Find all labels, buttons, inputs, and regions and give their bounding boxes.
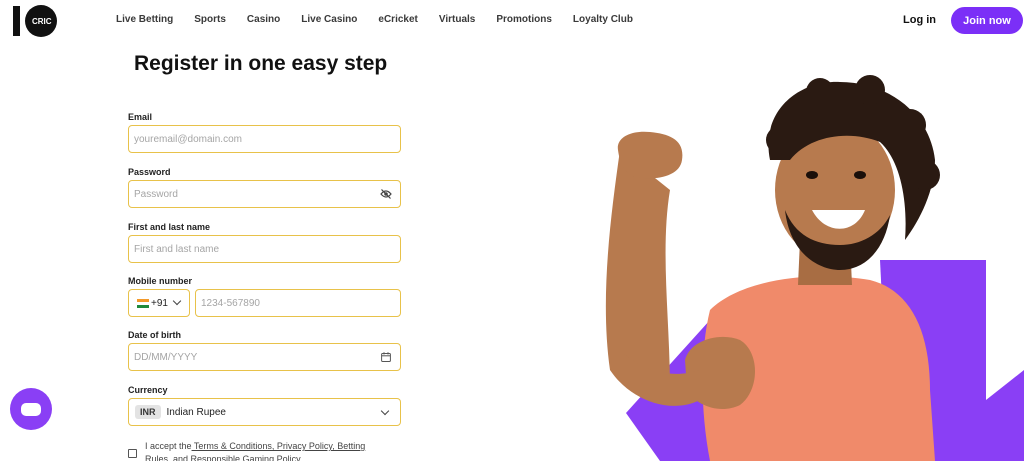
name-placeholder: First and last name (134, 243, 220, 255)
currency-select[interactable]: INR Indian Rupee (128, 398, 401, 426)
currency-label: Currency (128, 385, 168, 395)
top-header: CRIC Live Betting Sports Casino Live Cas… (0, 0, 1024, 42)
currency-name: Indian Rupee (166, 406, 227, 418)
calendar-icon[interactable] (381, 352, 391, 362)
10cric-logo[interactable]: CRIC (12, 4, 58, 38)
join-now-button[interactable]: Join now (951, 7, 1023, 34)
nav-loyalty-club[interactable]: Loyalty Club (573, 14, 633, 25)
nav-live-casino[interactable]: Live Casino (301, 14, 357, 25)
password-placeholder: Password (134, 188, 178, 200)
email-field[interactable]: youremail@domain.com (128, 125, 401, 153)
login-link[interactable]: Log in (903, 14, 936, 26)
password-field[interactable]: Password (128, 180, 401, 208)
chevron-down-icon (380, 406, 390, 416)
nav-casino[interactable]: Casino (247, 14, 280, 25)
chat-button[interactable] (10, 388, 52, 430)
mobile-field[interactable]: 1234-567890 (195, 289, 401, 317)
nav-sports[interactable]: Sports (194, 14, 226, 25)
dob-placeholder: DD/MM/YYYY (134, 351, 198, 363)
nav-virtuals[interactable]: Virtuals (439, 14, 476, 25)
mobile-label: Mobile number (128, 276, 193, 286)
nav-promotions[interactable]: Promotions (496, 14, 552, 25)
chevron-down-icon (172, 296, 182, 306)
india-flag-icon (137, 298, 149, 308)
accept-terms-checkbox[interactable] (128, 449, 137, 458)
mobile-placeholder: 1234-567890 (201, 297, 260, 309)
accept-prefix: I accept the (145, 441, 192, 451)
country-code-value: +91 (151, 297, 168, 309)
password-label: Password (128, 167, 171, 177)
dob-field[interactable]: DD/MM/YYYY (128, 343, 401, 371)
email-placeholder: youremail@domain.com (134, 133, 242, 145)
email-label: Email (128, 112, 153, 122)
country-code-select[interactable]: +91 (128, 289, 190, 317)
svg-text:CRIC: CRIC (32, 17, 52, 26)
nav-ecricket[interactable]: eCricket (378, 14, 417, 25)
name-field[interactable]: First and last name (128, 235, 401, 263)
currency-code-badge: INR (135, 405, 161, 419)
eye-off-icon[interactable] (380, 189, 392, 199)
accept-terms-text: I accept the Terms & Conditions, Privacy… (145, 440, 385, 461)
page-title: Register in one easy step (134, 52, 388, 75)
hero-image (605, 75, 1024, 461)
name-label: First and last name (128, 222, 211, 232)
chat-icon (21, 402, 41, 416)
main-nav: Live Betting Sports Casino Live Casino e… (116, 14, 654, 25)
nav-live-betting[interactable]: Live Betting (116, 14, 173, 25)
dob-label: Date of birth (128, 330, 181, 340)
